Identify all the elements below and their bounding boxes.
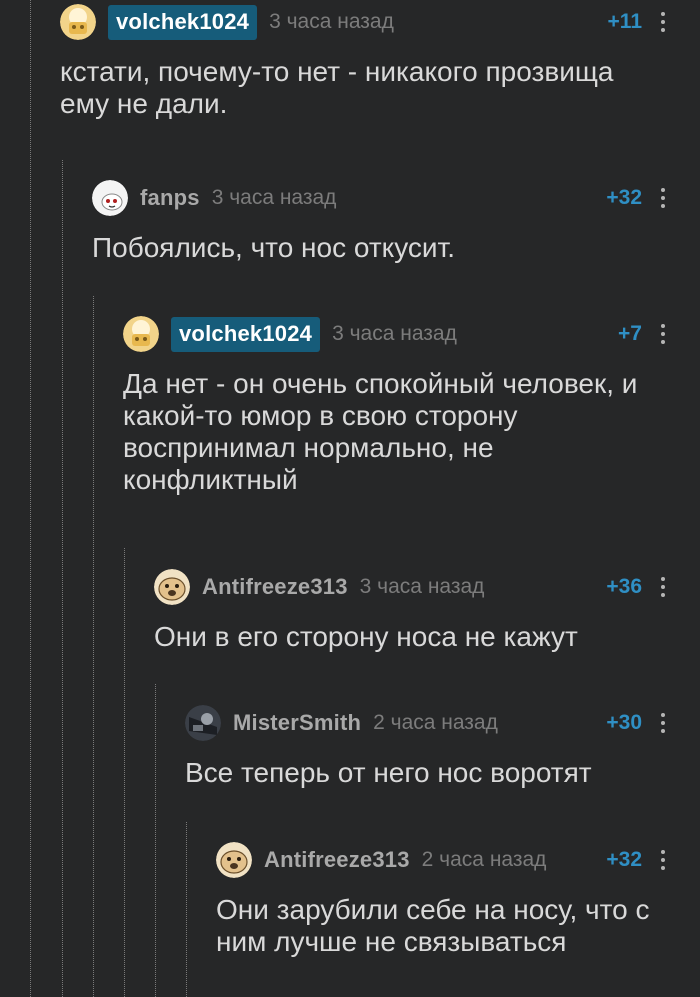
- comment: volchek1024 3 часа назад +11 кстати, поч…: [60, 2, 700, 120]
- comment-header: MisterSmith 2 часа назад +30: [185, 703, 700, 743]
- username[interactable]: Antifreeze313: [264, 847, 410, 873]
- comment-text: Все теперь от него нос воротят: [185, 757, 592, 788]
- comment-text: Побоялись, что нос откусит.: [92, 232, 456, 263]
- comment-text: Да нет - он очень спокойный человек, и к…: [123, 368, 638, 495]
- comment-rating: +36: [606, 575, 642, 598]
- comment: Antifreeze313 2 часа назад +32 Они заруб…: [216, 840, 700, 958]
- more-vertical-icon[interactable]: [660, 711, 666, 735]
- comment-header: Antifreeze313 3 часа назад +36: [154, 567, 700, 607]
- timestamp: 2 часа назад: [421, 848, 547, 871]
- ghost-avatar-icon[interactable]: [92, 180, 128, 216]
- thread-line: [93, 296, 94, 997]
- more-vertical-icon[interactable]: [660, 186, 666, 210]
- comment-rating: +30: [606, 711, 642, 734]
- comment-text: кстати, почему-то нет - никакого прозвищ…: [60, 56, 614, 119]
- more-vertical-icon[interactable]: [660, 10, 666, 34]
- username[interactable]: fanps: [140, 185, 200, 211]
- timestamp: 3 часа назад: [332, 322, 457, 345]
- cat-avatar-icon[interactable]: [60, 4, 96, 40]
- timestamp: 3 часа назад: [359, 575, 485, 598]
- comment-header: volchek1024 3 часа назад +7: [123, 314, 700, 354]
- comment-text: Они в его сторону носа не кажут: [154, 621, 578, 652]
- comment: MisterSmith 2 часа назад +30 Все теперь …: [185, 703, 700, 789]
- more-vertical-icon[interactable]: [660, 848, 666, 872]
- pug-avatar-icon[interactable]: [216, 842, 252, 878]
- pug-avatar-icon[interactable]: [154, 569, 190, 605]
- dark-avatar-icon[interactable]: [185, 705, 221, 741]
- timestamp: 3 часа назад: [269, 10, 394, 33]
- thread-line: [155, 684, 156, 997]
- timestamp: 2 часа назад: [373, 711, 498, 734]
- more-vertical-icon[interactable]: [660, 322, 666, 346]
- comment-rating: +11: [607, 10, 642, 33]
- thread-line: [124, 548, 125, 997]
- comment: Antifreeze313 3 часа назад +36 Они в его…: [154, 567, 700, 653]
- comment: fanps 3 часа назад +32 Побоялись, что но…: [92, 178, 700, 264]
- username[interactable]: Antifreeze313: [202, 574, 348, 600]
- comment-header: fanps 3 часа назад +32: [92, 178, 700, 218]
- thread-line: [30, 0, 31, 997]
- comment-text: Они зарубили себе на носу, что с ним луч…: [216, 894, 650, 957]
- comment: volchek1024 3 часа назад +7 Да нет - он …: [123, 314, 700, 496]
- username[interactable]: volchek1024: [108, 4, 258, 40]
- comment-header: volchek1024 3 часа назад +11: [60, 2, 700, 42]
- username[interactable]: volchek1024: [171, 316, 321, 352]
- username[interactable]: MisterSmith: [233, 710, 361, 736]
- comment-rating: +32: [606, 848, 642, 871]
- comment-rating: +32: [606, 186, 642, 209]
- timestamp: 3 часа назад: [211, 186, 337, 209]
- comment-header: Antifreeze313 2 часа назад +32: [216, 840, 700, 880]
- more-vertical-icon[interactable]: [660, 575, 666, 599]
- cat-avatar-icon[interactable]: [123, 316, 159, 352]
- comment-rating: +7: [618, 322, 642, 345]
- thread-line: [62, 160, 63, 997]
- thread-line: [186, 822, 187, 997]
